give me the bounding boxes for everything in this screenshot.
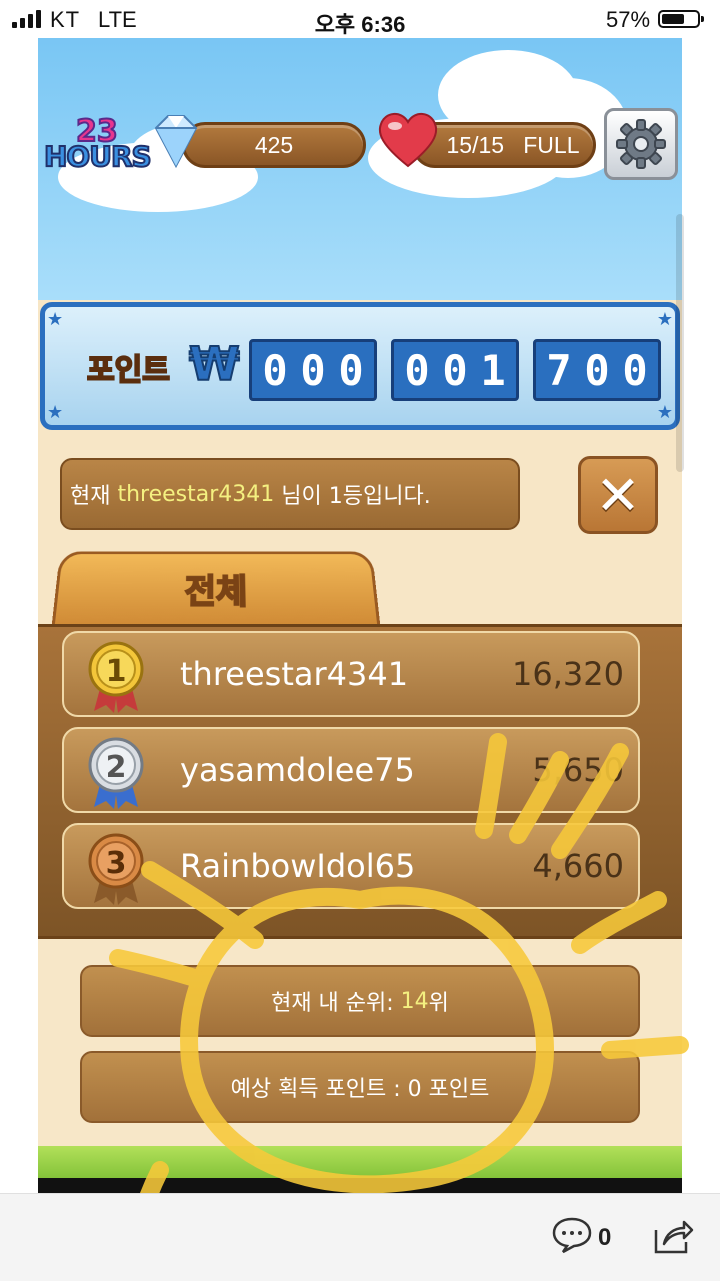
ranking-row[interactable]: 1 threestar4341 16,320 [62, 631, 640, 717]
comment-count: 0 [598, 1224, 612, 1251]
notice-prefix: 현재 [70, 484, 118, 509]
ranking-row[interactable]: 2 yasamdolee75 5,650 [62, 727, 640, 813]
digit: 0 [622, 345, 648, 395]
player-name: threestar4341 [180, 655, 409, 693]
svg-text:1: 1 [106, 654, 127, 689]
won-symbol: ₩ [188, 336, 241, 392]
leader-notice: 현재 threestar4341 님이 1등입니다. [60, 458, 520, 530]
expected-points-text: 예상 획득 포인트 : 0 포인트 [230, 1077, 490, 1102]
notice-leader-name: threestar4341 [117, 481, 275, 507]
bronze-medal-icon: 3 [88, 833, 144, 905]
heart-count: 15/15 FULL [446, 131, 580, 158]
digit: 0 [584, 345, 610, 395]
share-icon[interactable] [652, 1216, 694, 1256]
diamond-icon [154, 115, 198, 169]
close-button[interactable]: ✕ [578, 456, 658, 534]
notice-suffix: 님이 1등입니다. [274, 484, 431, 509]
star-icon: ★ [656, 402, 673, 422]
digit: 0 [262, 345, 288, 395]
tab-all[interactable]: 전체 [51, 551, 381, 625]
digit: 0 [404, 345, 430, 395]
bottom-toolbar: 0 [0, 1193, 720, 1281]
status-bar: KT LTE 오후 6:36 57% [0, 0, 720, 38]
bottom-edge [38, 1178, 682, 1193]
points-board: ★ ★ ★ ★ 포인트 ₩ 0 0 0 0 0 1 7 0 0 [40, 302, 680, 430]
comment-icon[interactable] [552, 1216, 592, 1254]
my-rank-bar: 현재 내 순위: 14 위 [80, 965, 640, 1037]
close-icon: ✕ [595, 463, 641, 527]
svg-text:2: 2 [106, 750, 127, 785]
star-icon: ★ [47, 402, 64, 422]
player-name: yasamdolee75 [180, 751, 415, 789]
player-score: 16,320 [512, 655, 624, 693]
my-rank-panel: 현재 내 순위: 14 위 예상 획득 포인트 : 0 포인트 [38, 936, 682, 1149]
settings-button[interactable] [604, 108, 678, 180]
digit: 7 [546, 345, 572, 395]
player-score: 5,650 [532, 751, 624, 789]
star-icon: ★ [47, 309, 64, 329]
digit: 0 [338, 345, 364, 395]
digit-group: 0 0 1 [391, 339, 519, 401]
expected-points-bar: 예상 획득 포인트 : 0 포인트 [80, 1051, 640, 1123]
heart-icon [378, 113, 438, 168]
my-rank-value: 14 [400, 988, 429, 1014]
ranking-row[interactable]: 3 RainbowIdol65 4,660 [62, 823, 640, 909]
gem-counter[interactable]: 425 [182, 122, 366, 168]
game-screen: 23 HOURS 425 15/15 FULL ★ ★ ★ ★ 포인트 ₩ 0 … [38, 38, 682, 1193]
star-icon: ★ [656, 309, 673, 329]
my-rank-suffix: 위 [428, 991, 449, 1016]
gem-count: 425 [254, 131, 294, 158]
digit-group: 0 0 0 [249, 339, 377, 401]
digit: 0 [300, 345, 326, 395]
battery-icon [658, 10, 704, 28]
gear-icon [616, 119, 666, 169]
digit-group: 7 0 0 [533, 339, 661, 401]
battery-percent: 57% [606, 7, 651, 32]
scrollbar[interactable] [676, 214, 684, 472]
points-digits: 0 0 0 0 0 1 7 0 0 [249, 339, 661, 401]
points-label: 포인트 [86, 352, 171, 389]
digit: 0 [442, 345, 468, 395]
gold-medal-icon: 1 [88, 641, 144, 713]
tab-all-label: 전체 [183, 571, 249, 613]
player-score: 4,660 [532, 847, 624, 885]
digit: 1 [480, 345, 506, 395]
my-rank-prefix: 현재 내 순위: [271, 991, 401, 1016]
grass-strip [38, 1146, 682, 1178]
event-logo[interactable]: 23 HOURS [43, 113, 154, 176]
svg-text:3: 3 [106, 846, 127, 881]
silver-medal-icon: 2 [88, 737, 144, 809]
player-name: RainbowIdol65 [180, 847, 416, 885]
ranking-list[interactable]: 1 threestar4341 16,320 2 yasamdolee75 5,… [38, 624, 682, 939]
